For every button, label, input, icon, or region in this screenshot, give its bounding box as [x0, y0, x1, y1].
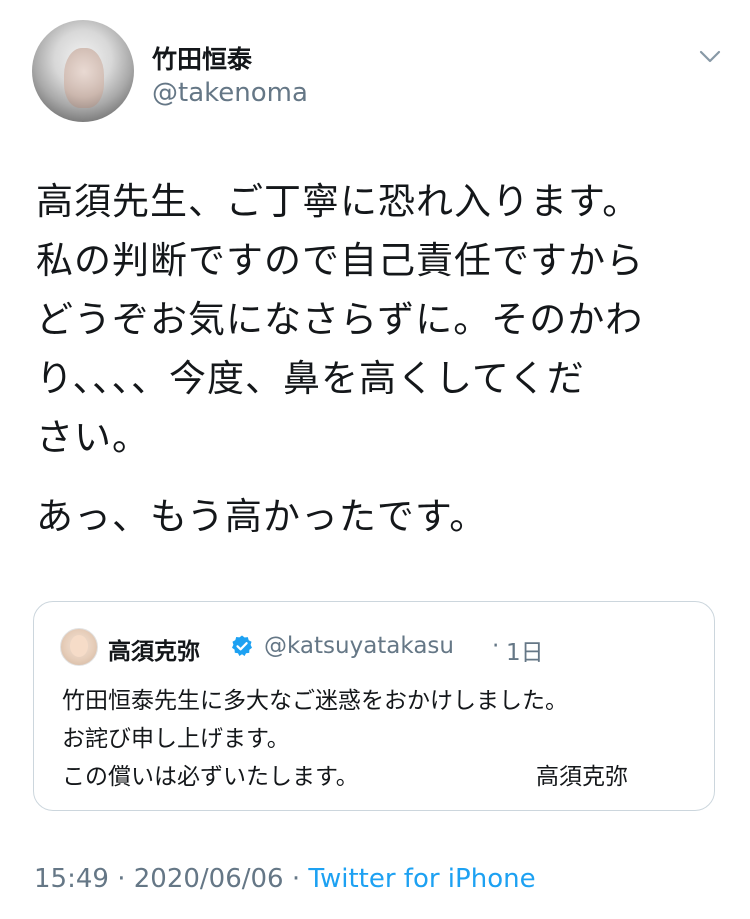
avatar-figure	[64, 48, 104, 108]
quoted-avatar[interactable]	[60, 628, 98, 666]
profile-avatar[interactable]	[32, 20, 134, 122]
meta-separator: ·	[283, 864, 309, 894]
quoted-line: 竹田恒泰先生に多大なご迷惑をおかけしました。	[62, 688, 568, 714]
quoted-user-handle[interactable]: @katsuyatakasu	[264, 633, 454, 659]
user-handle[interactable]: @takenoma	[152, 78, 308, 108]
meta-separator: ·	[108, 864, 134, 894]
tweet-date[interactable]: 2020/06/06	[134, 864, 284, 894]
verified-badge-icon	[232, 635, 252, 656]
tweet-line: り、、、、今度、鼻を高くしてくだ	[36, 357, 585, 400]
quoted-tweet[interactable]: 高須克弥 @katsuyatakasu · 1日 竹田恒泰先生に多大なご迷惑をお…	[33, 601, 715, 811]
tweet-paragraph-2: あっ、もう高かったです。	[36, 495, 488, 538]
quoted-separator: ·	[492, 633, 500, 659]
quoted-signature: 高須克弥	[536, 764, 628, 790]
tweet-line: さい。	[36, 416, 150, 459]
chevron-down-icon[interactable]	[698, 44, 722, 68]
tweet-meta: 15:49 · 2020/06/06 · Twitter for iPhone	[34, 864, 536, 894]
avatar-face	[70, 635, 88, 657]
quoted-line: お詫び申し上げます。	[62, 726, 290, 752]
tweet-paragraph: 高須先生、ご丁寧に恐れ入ります。 私の判断ですので自己責任ですから どうぞお気に…	[36, 172, 726, 467]
tweet-line: 私の判断ですので自己責任ですから	[36, 239, 644, 282]
tweet-text: 高須先生、ご丁寧に恐れ入ります。 私の判断ですので自己責任ですから どうぞお気に…	[36, 172, 726, 546]
user-name[interactable]: 竹田恒泰	[152, 40, 252, 76]
quoted-timestamp[interactable]: 1日	[506, 633, 544, 667]
tweet-line: 高須先生、ご丁寧に恐れ入ります。	[36, 180, 641, 223]
tweet-source-link[interactable]: Twitter for iPhone	[308, 864, 535, 894]
tweet-line: どうぞお気になさらずに。そのかわ	[36, 298, 644, 341]
quoted-user-name[interactable]: 高須克弥	[108, 632, 200, 666]
tweet-time[interactable]: 15:49	[34, 864, 109, 894]
